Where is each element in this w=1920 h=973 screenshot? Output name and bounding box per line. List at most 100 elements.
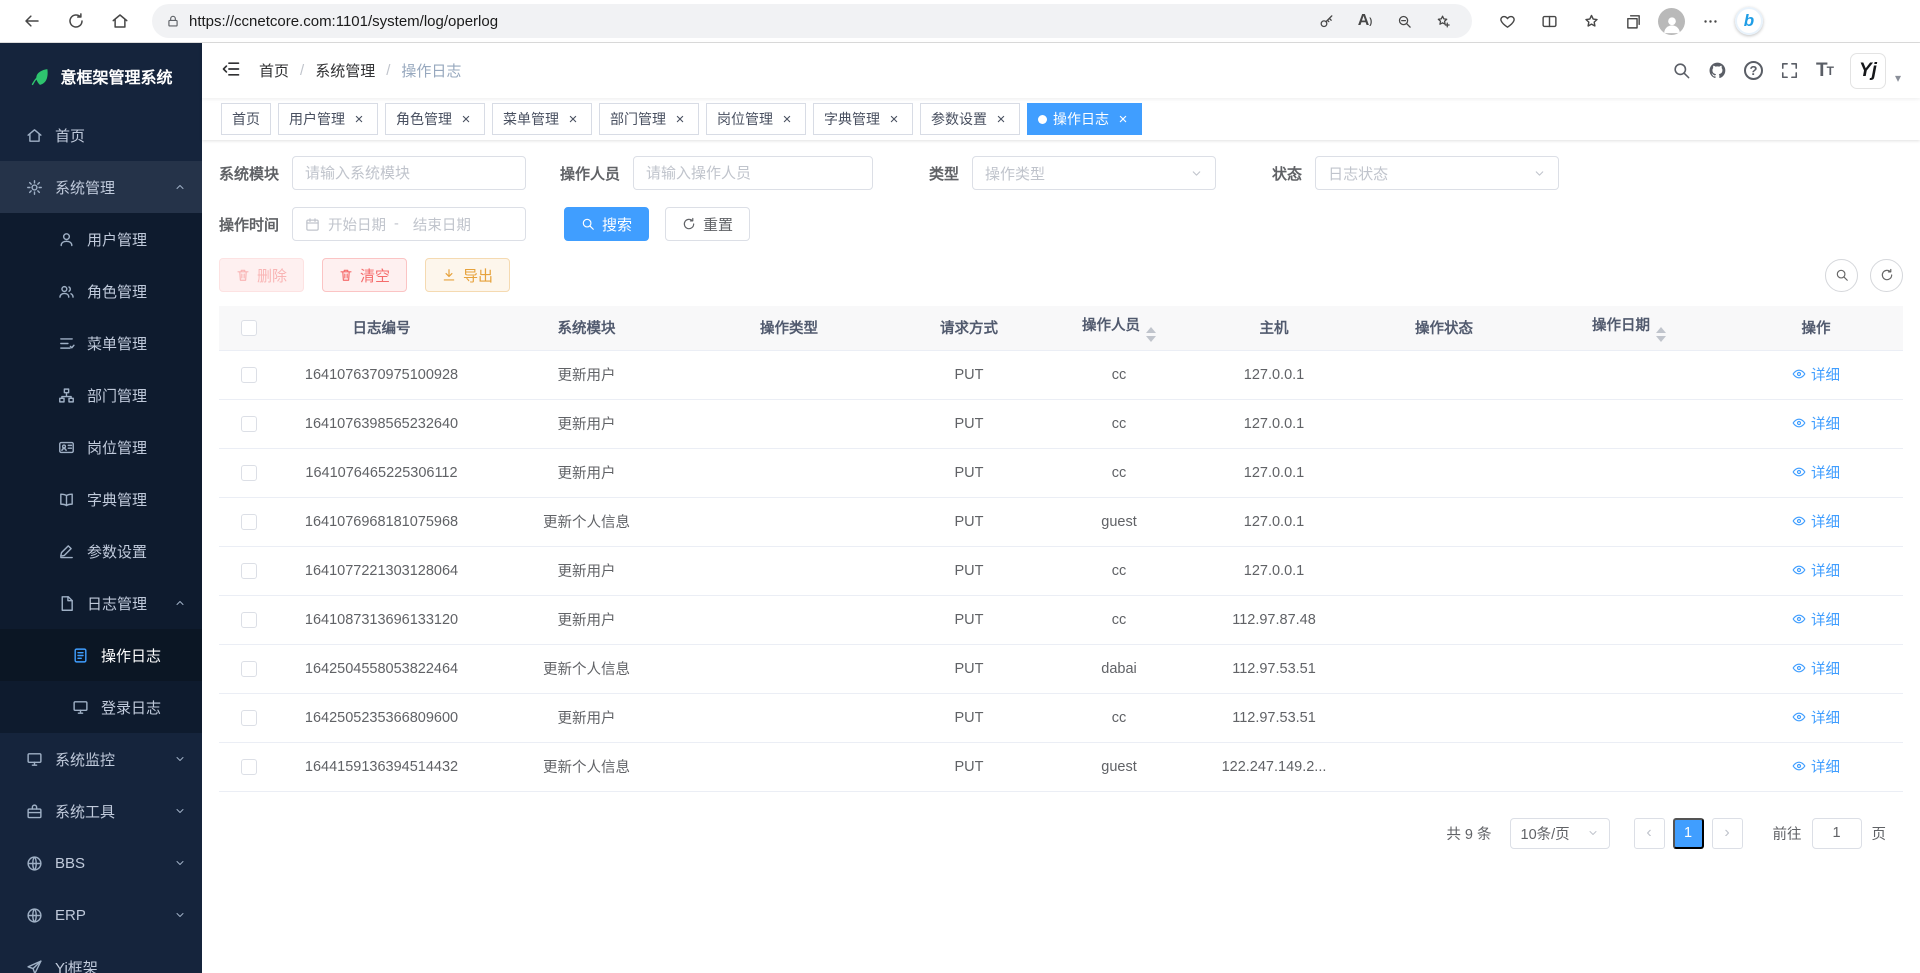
browser-refresh-button[interactable] xyxy=(56,4,96,38)
toggle-search-button[interactable] xyxy=(1825,259,1858,292)
browser-profile-avatar[interactable] xyxy=(1658,8,1685,35)
sidebar-collapse-icon[interactable] xyxy=(221,59,241,83)
table-row[interactable]: 1644159136394514432 更新个人信息 PUT guest 122… xyxy=(219,742,1903,791)
password-key-icon[interactable] xyxy=(1311,7,1341,35)
app-logo[interactable]: 意框架管理系统 xyxy=(0,43,202,109)
row-checkbox[interactable] xyxy=(241,710,257,726)
header-search-icon[interactable] xyxy=(1672,61,1691,80)
detail-link[interactable]: 详细 xyxy=(1792,511,1840,532)
split-screen-icon[interactable] xyxy=(1532,5,1566,37)
read-aloud-icon[interactable]: A) xyxy=(1350,7,1380,35)
sidebar-item-bbs[interactable]: BBS xyxy=(0,837,202,889)
reset-button[interactable]: 重置 xyxy=(665,207,750,241)
table-row[interactable]: 1641076370975100928 更新用户 PUT cc 127.0.0.… xyxy=(219,350,1903,399)
row-checkbox[interactable] xyxy=(241,563,257,579)
browser-home-button[interactable] xyxy=(100,4,140,38)
github-icon[interactable] xyxy=(1708,61,1727,80)
tab-close-icon[interactable]: × xyxy=(672,112,688,127)
sidebar-item-yi-framework[interactable]: Yi框架 xyxy=(0,941,202,973)
page-tab[interactable]: 首页 × xyxy=(221,103,271,135)
url-text[interactable]: https://ccnetcore.com:1101/system/log/op… xyxy=(189,13,1302,30)
page-tab[interactable]: 用户管理 × xyxy=(278,103,378,135)
browser-menu-icon[interactable] xyxy=(1693,5,1727,37)
sort-carets-icon[interactable] xyxy=(1656,327,1666,342)
page-tab[interactable]: 字典管理 × xyxy=(813,103,913,135)
tab-close-icon[interactable]: × xyxy=(779,112,795,127)
prev-page-button[interactable]: ‹ xyxy=(1634,818,1665,849)
tab-close-icon[interactable]: × xyxy=(886,112,902,127)
clear-button[interactable]: 清空 xyxy=(322,258,407,292)
tab-close-icon[interactable]: × xyxy=(351,112,367,127)
tab-close-icon[interactable]: × xyxy=(1115,112,1131,127)
breadcrumb-home[interactable]: 首页 xyxy=(259,60,289,81)
fullscreen-icon[interactable] xyxy=(1780,61,1799,80)
sidebar-item-system-monitor[interactable]: 系统监控 xyxy=(0,733,202,785)
tab-close-icon[interactable]: × xyxy=(993,112,1009,127)
add-favorite-icon[interactable] xyxy=(1428,7,1458,35)
question-icon[interactable]: ? xyxy=(1744,61,1763,80)
page-tab[interactable]: 操作日志 × xyxy=(1027,103,1142,135)
module-input[interactable] xyxy=(292,156,526,190)
row-checkbox[interactable] xyxy=(241,367,257,383)
table-row[interactable]: 1642505235366809600 更新用户 PUT cc 112.97.5… xyxy=(219,693,1903,742)
search-button[interactable]: 搜索 xyxy=(564,207,649,241)
detail-link[interactable]: 详细 xyxy=(1792,560,1840,581)
page-tab[interactable]: 菜单管理 × xyxy=(492,103,592,135)
detail-link[interactable]: 详细 xyxy=(1792,364,1840,385)
detail-link[interactable]: 详细 xyxy=(1792,609,1840,630)
page-size-select[interactable]: 10条/页 xyxy=(1510,818,1610,849)
page-tab[interactable]: 角色管理 × xyxy=(385,103,485,135)
sidebar-item-home[interactable]: 首页 xyxy=(0,109,202,161)
sidebar-item-department-management[interactable]: 部门管理 xyxy=(0,369,202,421)
table-row[interactable]: 1642504558053822464 更新个人信息 PUT dabai 112… xyxy=(219,644,1903,693)
export-button[interactable]: 导出 xyxy=(425,258,510,292)
detail-link[interactable]: 详细 xyxy=(1792,756,1840,777)
table-row[interactable]: 1641076968181075968 更新个人信息 PUT guest 127… xyxy=(219,497,1903,546)
collections-icon[interactable] xyxy=(1616,5,1650,37)
page-tab[interactable]: 部门管理 × xyxy=(599,103,699,135)
table-row[interactable]: 1641087313696133120 更新用户 PUT cc 112.97.8… xyxy=(219,595,1903,644)
sidebar-item-parameter-settings[interactable]: 参数设置 xyxy=(0,525,202,577)
detail-link[interactable]: 详细 xyxy=(1792,413,1840,434)
zoom-out-icon[interactable] xyxy=(1389,7,1419,35)
select-all-checkbox[interactable] xyxy=(241,320,257,336)
favorites-icon[interactable] xyxy=(1574,5,1608,37)
row-checkbox[interactable] xyxy=(241,465,257,481)
sidebar-item-operation-log[interactable]: 操作日志 xyxy=(0,629,202,681)
detail-link[interactable]: 详细 xyxy=(1792,658,1840,679)
font-size-icon[interactable]: TT xyxy=(1816,60,1833,82)
operator-input[interactable] xyxy=(633,156,873,190)
bing-copilot-icon[interactable]: b xyxy=(1735,7,1763,35)
detail-link[interactable]: 详细 xyxy=(1792,462,1840,483)
breadcrumb-system[interactable]: 系统管理 xyxy=(315,60,375,81)
page-tab[interactable]: 岗位管理 × xyxy=(706,103,806,135)
page-tab[interactable]: 参数设置 × xyxy=(920,103,1020,135)
next-page-button[interactable]: › xyxy=(1712,818,1743,849)
tab-close-icon[interactable]: × xyxy=(458,112,474,127)
row-checkbox[interactable] xyxy=(241,514,257,530)
refresh-table-button[interactable] xyxy=(1870,259,1903,292)
browser-back-button[interactable] xyxy=(12,4,52,38)
sidebar-item-menu-management[interactable]: 菜单管理 xyxy=(0,317,202,369)
lock-icon[interactable] xyxy=(166,14,180,28)
status-select[interactable]: 日志状态 xyxy=(1315,156,1559,190)
row-checkbox[interactable] xyxy=(241,612,257,628)
page-number-1[interactable]: 1 xyxy=(1673,818,1704,849)
detail-link[interactable]: 详细 xyxy=(1792,707,1840,728)
date-range-picker[interactable]: 开始日期 - 结束日期 xyxy=(292,207,526,241)
goto-page-input[interactable] xyxy=(1812,818,1862,849)
sidebar-item-post-management[interactable]: 岗位管理 xyxy=(0,421,202,473)
avatar-caret-icon[interactable]: ▾ xyxy=(1895,71,1901,85)
tab-close-icon[interactable]: × xyxy=(565,112,581,127)
row-checkbox[interactable] xyxy=(241,416,257,432)
sidebar-item-role-management[interactable]: 角色管理 xyxy=(0,265,202,317)
sidebar-item-user-management[interactable]: 用户管理 xyxy=(0,213,202,265)
sidebar-item-system-tools[interactable]: 系统工具 xyxy=(0,785,202,837)
sidebar-item-log-management[interactable]: 日志管理 xyxy=(0,577,202,629)
row-checkbox[interactable] xyxy=(241,661,257,677)
delete-button[interactable]: 删除 xyxy=(219,258,304,292)
table-row[interactable]: 1641077221303128064 更新用户 PUT cc 127.0.0.… xyxy=(219,546,1903,595)
type-select[interactable]: 操作类型 xyxy=(972,156,1216,190)
sidebar-item-dict-management[interactable]: 字典管理 xyxy=(0,473,202,525)
address-bar[interactable]: https://ccnetcore.com:1101/system/log/op… xyxy=(152,4,1472,38)
